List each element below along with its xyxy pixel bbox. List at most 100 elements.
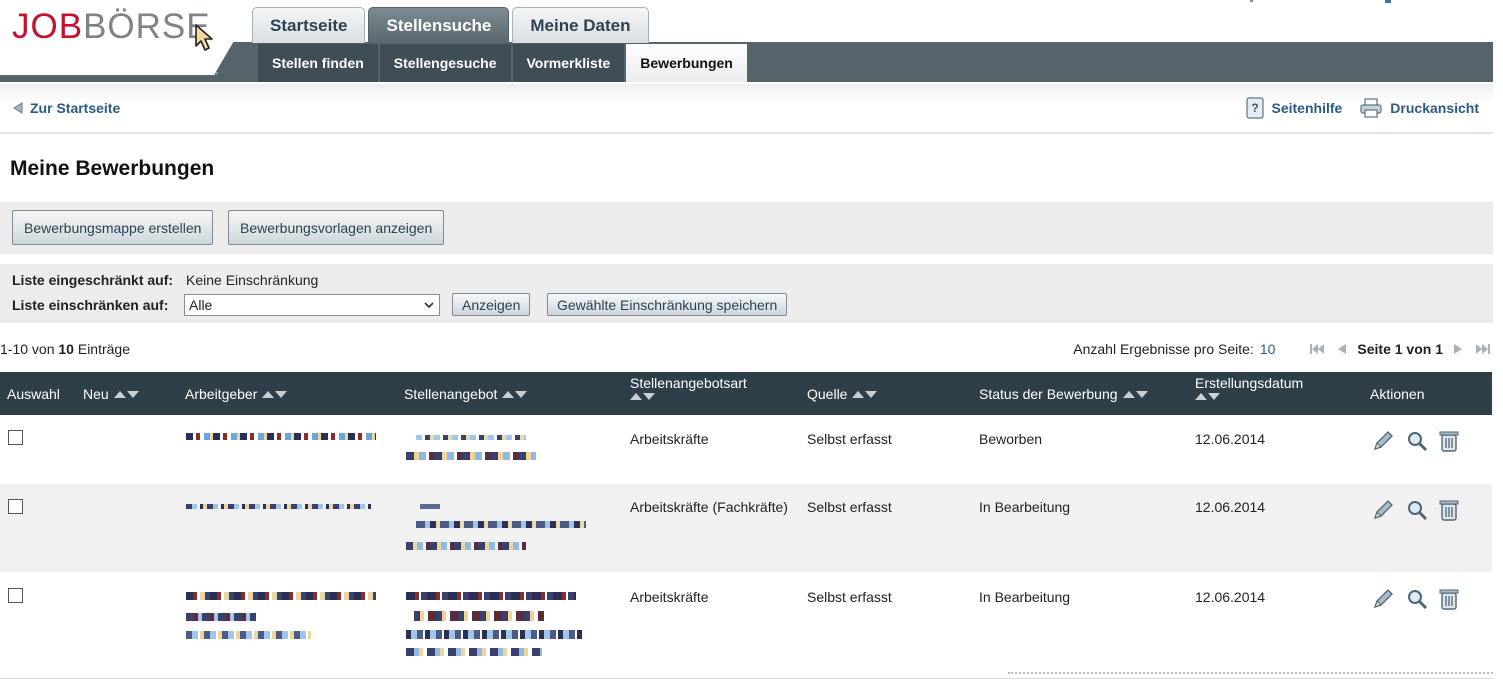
table-header: Auswahl Neu Arbeitgeber Stellenangebot S… [0,372,1492,415]
trash-delete-icon[interactable] [1437,429,1461,453]
column-source: Quelle [807,386,878,402]
column-select: Auswahl [7,386,60,402]
header: JOBBÖRSE Startseite Stellensuche Meine D… [0,0,1503,82]
restriction-select[interactable]: Alle [184,294,440,316]
tab-meine-daten[interactable]: Meine Daten [512,7,649,43]
result-total: 10 [58,341,74,357]
result-entries-word: Einträge [77,341,131,357]
application-status: In Bearbeitung [979,589,1071,605]
table-row: Arbeitskräfte Selbst erfasst In Bearbeit… [0,573,1492,669]
created-date: 12.06.2014 [1195,499,1266,515]
previous-page-icon[interactable] [1333,342,1351,356]
magnifier-view-icon[interactable] [1405,587,1429,611]
show-button[interactable]: Anzeigen [452,293,531,316]
save-restriction-button[interactable]: Gewählte Einschränkung speichern [547,293,788,316]
next-page-icon[interactable] [1449,342,1467,356]
column-created-label: Erstellungsdatum [1195,375,1304,391]
result-von: von [31,341,55,357]
sort-icon[interactable] [502,390,528,398]
toolbar: Zur Startseite ? Seitenhilfe Druckansich… [0,84,1493,134]
divider [1008,672,1493,674]
per-page-label: Anzahl Ergebnisse pro Seite: [1073,341,1254,357]
svg-text:?: ? [1251,101,1258,115]
help-icon: ? [1245,97,1264,119]
result-count: 1-10 von 10 Einträge [0,341,130,357]
column-offer-label: Stellenangebot [404,386,498,402]
subnav-vormerkliste[interactable]: Vormerkliste [512,44,625,82]
trash-delete-icon[interactable] [1437,498,1461,522]
offer-type: Arbeitskräfte [630,589,709,605]
column-offer: Stellenangebot [404,386,528,402]
row-select-checkbox[interactable] [8,499,23,514]
created-date: 12.06.2014 [1195,431,1266,447]
column-new: Neu [83,386,139,402]
column-actions-label: Aktionen [1370,386,1425,402]
subnav-stellengesuche[interactable]: Stellengesuche [379,44,511,82]
column-created: Erstellungsdatum [1195,375,1303,400]
sub-navigation: Stellen finden Stellengesuche Vormerklis… [258,44,747,82]
source: Selbst erfasst [807,499,892,515]
trash-delete-icon[interactable] [1437,587,1461,611]
restricted-value: Keine Einschränkung [186,272,319,288]
print-view-link[interactable]: Druckansicht [1360,97,1479,119]
back-link-label: Zur Startseite [30,100,121,116]
last-page-icon[interactable] [1473,342,1491,356]
page-help-link[interactable]: ? Seitenhilfe [1245,97,1343,119]
magnifier-view-icon[interactable] [1405,429,1429,453]
offer-type: Arbeitskräfte (Fachkräfte) [630,499,788,515]
sort-icon[interactable] [1195,393,1220,400]
mouse-cursor-icon [195,24,213,51]
pagination: Anzahl Ergebnisse pro Seite: 10 Seite 1 … [1073,341,1491,357]
column-new-label: Neu [83,386,109,402]
column-select-label: Auswahl [7,386,60,402]
edit-pencil-icon[interactable] [1371,587,1395,611]
tab-stellensuche[interactable]: Stellensuche [368,7,510,43]
sort-icon[interactable] [852,390,878,398]
result-range: 1-10 [0,341,29,357]
column-offer-type-label: Stellenangebotsart [630,375,747,391]
restriction-select-value: Alle [189,297,213,313]
offer-type: Arbeitskräfte [630,431,709,447]
print-view-label: Druckansicht [1390,100,1479,116]
restricted-label: Liste eingeschränkt auf: [12,272,174,288]
divider [0,678,1493,679]
tab-startseite[interactable]: Startseite [252,7,366,43]
column-employer: Arbeitgeber [185,386,288,402]
application-status: In Bearbeitung [979,499,1071,515]
logo-part-boerse: BÖRSE [83,7,211,46]
row-select-checkbox[interactable] [8,430,23,445]
source: Selbst erfasst [807,589,892,605]
column-status: Status der Bewerbung [979,386,1148,402]
table-row: Arbeitskräfte Selbst erfasst Beworben 12… [0,415,1492,483]
row-select-checkbox[interactable] [8,588,23,603]
page-indicator: Seite 1 von 1 [1357,341,1443,357]
sort-icon[interactable] [1122,390,1148,398]
back-arrow-icon [13,102,23,114]
edit-pencil-icon[interactable] [1371,498,1395,522]
restrict-label: Liste einschränken auf: [12,297,169,313]
show-application-templates-button[interactable]: Bewerbungsvorlagen anzeigen [228,210,445,245]
sort-icon[interactable] [630,393,655,400]
jobboerse-logo[interactable]: JOBBÖRSE [12,7,211,47]
first-page-icon[interactable] [1309,342,1327,356]
create-application-folder-button[interactable]: Bewerbungsmappe erstellen [12,210,214,245]
source: Selbst erfasst [807,431,892,447]
page-help-label: Seitenhilfe [1271,100,1343,116]
column-employer-label: Arbeitgeber [185,386,258,402]
table-row: Arbeitskräfte (Fachkräfte) Selbst erfass… [0,484,1492,572]
main-tabs: Startseite Stellensuche Meine Daten [252,7,649,43]
logo-part-job: JOB [12,7,84,46]
column-source-label: Quelle [807,386,848,402]
edit-pencil-icon[interactable] [1371,429,1395,453]
magnifier-view-icon[interactable] [1405,498,1429,522]
application-status: Beworben [979,431,1043,447]
column-actions: Aktionen [1370,386,1424,402]
subnav-stellen-finden[interactable]: Stellen finden [258,44,378,82]
back-to-home-link[interactable]: Zur Startseite [12,100,120,116]
page-title: Meine Bewerbungen [10,157,215,180]
sort-icon[interactable] [113,390,139,398]
column-offer-type: Stellenangebotsart [630,375,747,400]
per-page-value-link[interactable]: 10 [1260,341,1276,357]
subnav-bewerbungen[interactable]: Bewerbungen [626,44,747,82]
sort-icon[interactable] [262,390,288,398]
